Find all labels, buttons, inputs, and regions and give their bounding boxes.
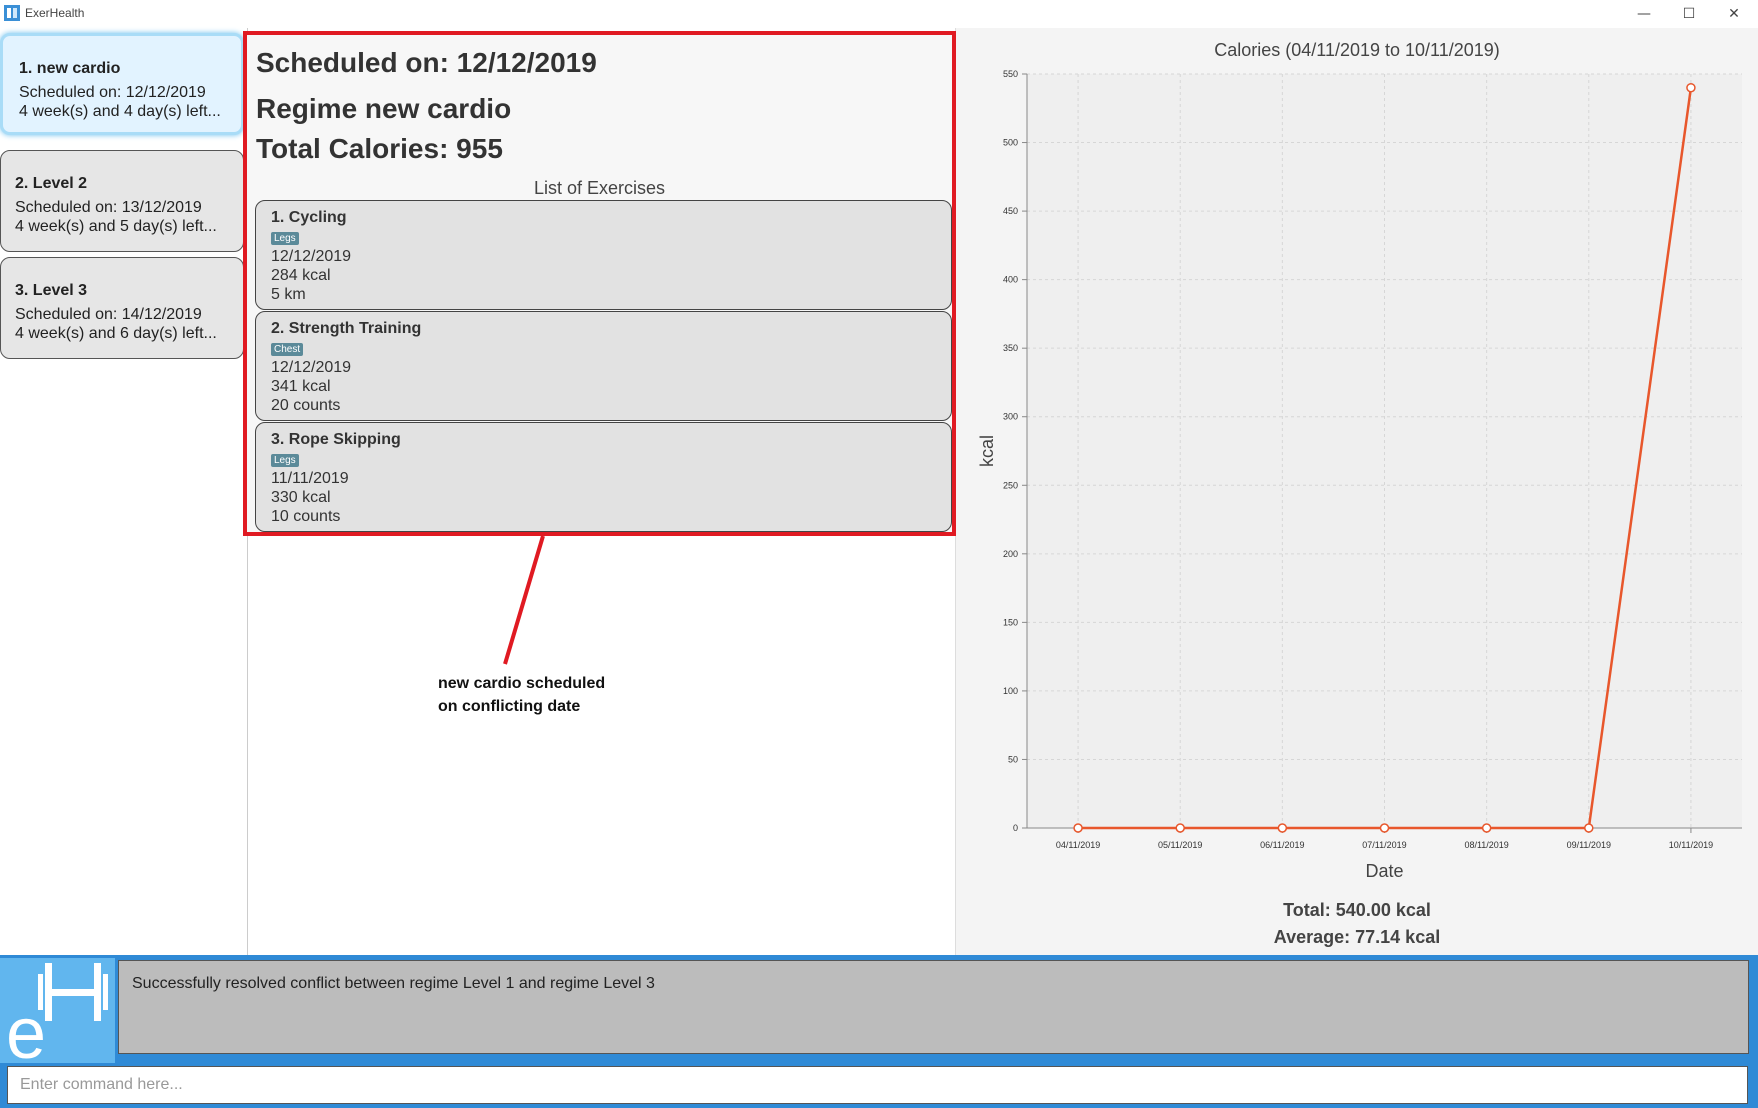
exercise-date: 12/12/2019 <box>271 248 352 265</box>
plot-area <box>1027 74 1742 828</box>
regime-scheduled: Scheduled on: 14/12/2019 <box>15 306 202 323</box>
detail-scheduled: Scheduled on: 12/12/2019 <box>256 47 597 78</box>
muscle-tag: Legs <box>271 232 299 245</box>
annotation-line: on conflicting date <box>438 698 581 715</box>
close-button[interactable]: ✕ <box>1712 2 1756 26</box>
annotation-line: new cardio scheduled <box>438 675 606 692</box>
x-axis-label: Date <box>1365 861 1403 881</box>
annotation-text: new cardio scheduled on conflicting date <box>438 672 605 718</box>
regime-detail-highlight: Scheduled on: 12/12/2019 Regime new card… <box>243 31 956 536</box>
app-icon <box>4 5 20 21</box>
data-point <box>1379 823 1390 833</box>
regime-time-left: 4 week(s) and 5 day(s) left... <box>15 218 217 235</box>
window-title: ExerHealth <box>25 6 85 20</box>
data-point <box>1686 82 1696 93</box>
data-point <box>1584 823 1594 833</box>
regime-scheduled: Scheduled on: 13/12/2019 <box>15 199 202 216</box>
regime-scheduled: Scheduled on: 12/12/2019 <box>19 84 206 101</box>
detail-regime-name: Regime new cardio <box>256 93 512 124</box>
y-tick-label: 0 <box>1013 823 1018 833</box>
x-tick-label: 08/11/2019 <box>1464 840 1508 850</box>
exercise-list-header: List of Exercises <box>533 178 666 198</box>
exercise-card[interactable]: 2. Strength Training Chest 12/12/2019 34… <box>255 311 952 421</box>
calorie-line-chart: 0 50 100 150 200 250 300 350 400 450 500 550 04/11/2… <box>977 69 1742 881</box>
exercise-name: 1. Cycling <box>271 209 347 226</box>
y-tick-label: 50 <box>1008 754 1018 764</box>
x-tick-label: 10/11/2019 <box>1669 840 1713 850</box>
regime-time-left: 4 week(s) and 4 day(s) left... <box>19 103 221 120</box>
exercise-card[interactable]: 1. Cycling Legs 12/12/2019 284 kcal 5 km <box>255 200 952 310</box>
data-point <box>1175 823 1185 833</box>
data-point <box>1277 823 1288 833</box>
total-calories-stat: Total: 540.00 kcal <box>1283 900 1431 920</box>
y-tick-label: 350 <box>1003 343 1018 353</box>
y-tick-label: 550 <box>1003 69 1018 79</box>
regime-card[interactable]: 3. Level 3 Scheduled on: 14/12/2019 4 we… <box>0 257 244 359</box>
y-tick-label: 250 <box>1003 480 1018 490</box>
exercise-quantity: 5 km <box>271 286 306 303</box>
x-tick-label: 04/11/2019 <box>1056 840 1100 850</box>
exercise-calories: 341 kcal <box>271 378 331 395</box>
regime-title: 1. new cardio <box>19 60 121 77</box>
exercise-name: 3. Rope Skipping <box>271 431 401 448</box>
exercise-quantity: 10 counts <box>271 508 341 525</box>
x-tick-label: 05/11/2019 <box>1158 840 1202 850</box>
exercise-calories: 284 kcal <box>271 267 331 284</box>
result-display: Successfully resolved conflict between r… <box>118 960 1749 1054</box>
regime-title: 2. Level 2 <box>15 175 88 192</box>
x-tick-label: 09/11/2019 <box>1567 840 1611 850</box>
detail-total-calories: Total Calories: 955 <box>256 133 503 164</box>
muscle-tag: Legs <box>271 454 299 467</box>
y-tick-label: 500 <box>1003 138 1018 148</box>
regime-title: 3. Level 3 <box>15 282 88 299</box>
y-axis-label: kcal <box>977 435 997 467</box>
exercise-date: 12/12/2019 <box>271 359 352 376</box>
exercise-calories: 330 kcal <box>271 489 331 506</box>
exerhealth-logo-icon: e <box>0 958 115 1063</box>
exercise-name: 2. Strength Training <box>271 320 422 337</box>
average-calories-stat: Average: 77.14 kcal <box>1273 927 1441 947</box>
regime-card[interactable]: 1. new cardio Scheduled on: 12/12/2019 4… <box>0 33 244 135</box>
y-tick-label: 400 <box>1003 275 1018 285</box>
exercise-card[interactable]: 3. Rope Skipping Legs 11/11/2019 330 kca… <box>255 422 952 532</box>
svg-text:e: e <box>6 994 46 1063</box>
y-tick-label: 200 <box>1003 549 1018 559</box>
minimize-button[interactable]: — <box>1622 2 1666 26</box>
regime-card[interactable]: 2. Level 2 Scheduled on: 13/12/2019 4 we… <box>0 150 244 252</box>
regime-time-left: 4 week(s) and 6 day(s) left... <box>15 325 217 342</box>
command-input[interactable] <box>7 1066 1748 1104</box>
x-tick-label: 06/11/2019 <box>1260 840 1304 850</box>
y-tick-label: 450 <box>1003 206 1018 216</box>
x-tick-label: 07/11/2019 <box>1362 840 1406 850</box>
muscle-tag: Chest <box>271 343 304 356</box>
data-point <box>1073 823 1083 833</box>
y-tick-label: 100 <box>1003 686 1018 696</box>
title-bar: ExerHealth — ☐ ✕ <box>0 0 1758 28</box>
y-tick-label: 300 <box>1003 412 1018 422</box>
data-point <box>1481 823 1492 833</box>
regime-list-panel: 1. new cardio Scheduled on: 12/12/2019 4… <box>0 28 248 955</box>
exercise-quantity: 20 counts <box>271 397 341 414</box>
y-tick-label: 150 <box>1003 617 1018 627</box>
maximize-button[interactable]: ☐ <box>1667 2 1711 26</box>
exercise-date: 11/11/2019 <box>271 470 349 487</box>
